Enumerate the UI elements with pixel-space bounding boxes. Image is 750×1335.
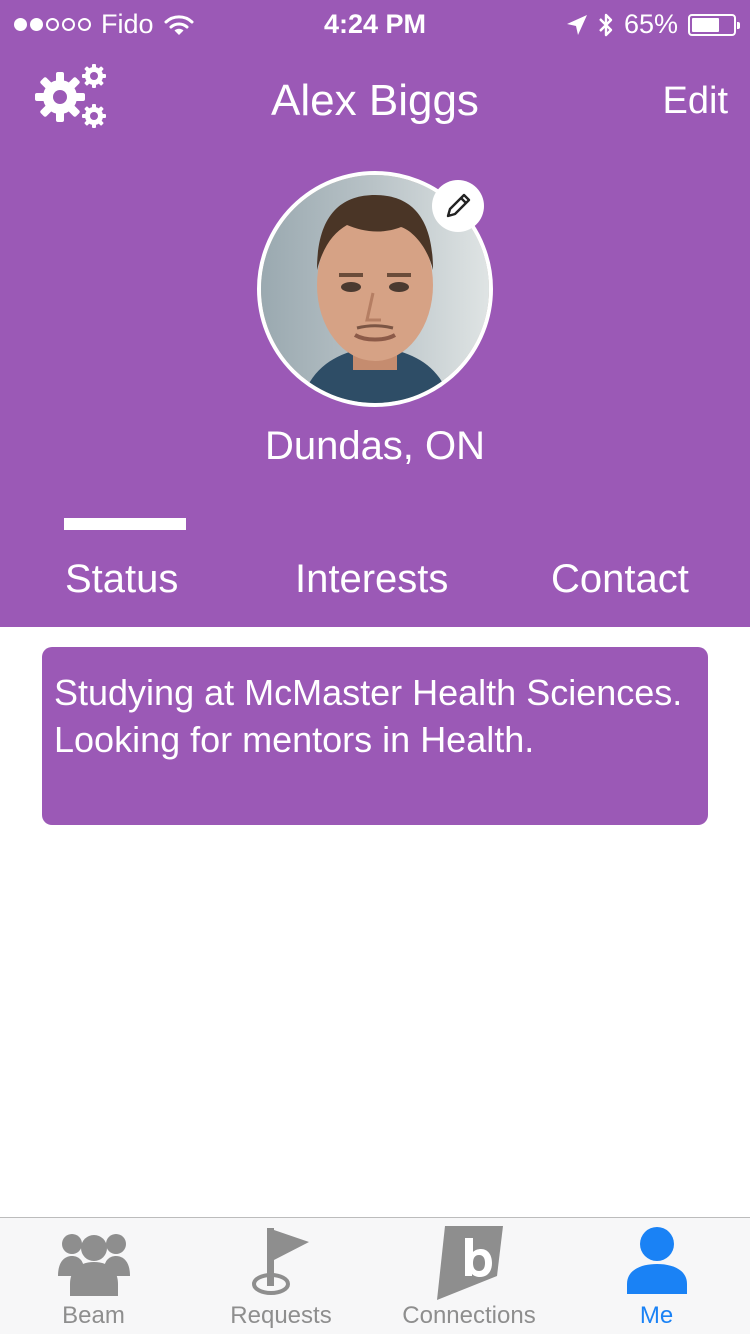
tabbar-item-requests[interactable]: Requests xyxy=(187,1218,375,1335)
battery-icon xyxy=(688,13,740,36)
profile-header: Fido 4:24 PM 65% Alex Biggs Edit Dundas,… xyxy=(0,0,750,627)
group-icon xyxy=(57,1234,130,1296)
person-icon xyxy=(626,1227,687,1294)
tab-status[interactable]: Status xyxy=(65,557,178,602)
profile-photo-container xyxy=(257,171,493,407)
edit-photo-button[interactable] xyxy=(432,180,484,232)
active-tab-indicator xyxy=(64,518,186,530)
location-label: Dundas, ON xyxy=(264,424,486,468)
status-card: Studying at McMaster Health Sciences. Lo… xyxy=(42,647,708,825)
tab-interests[interactable]: Interests xyxy=(295,557,448,602)
tabbar-label-me: Me xyxy=(639,1302,674,1329)
tabbar-label-beam: Beam xyxy=(62,1302,125,1329)
tabbar-item-connections[interactable]: Connections xyxy=(375,1218,563,1335)
page-title: Alex Biggs xyxy=(271,76,479,125)
tabbar-item-beam[interactable]: Beam xyxy=(0,1218,187,1335)
status-bar: Fido 4:24 PM 65% xyxy=(0,0,750,52)
status-bar-right: 65% xyxy=(566,9,740,40)
tabbar-label-requests: Requests xyxy=(230,1302,332,1329)
flag-icon xyxy=(252,1228,309,1295)
tab-contact[interactable]: Contact xyxy=(551,557,689,602)
pencil-icon xyxy=(446,193,471,218)
b-logo-icon xyxy=(437,1226,503,1300)
tabbar-item-me[interactable]: Me xyxy=(563,1218,750,1335)
edit-button[interactable]: Edit xyxy=(663,80,728,123)
tabbar-label-connections: Connections xyxy=(402,1302,536,1329)
battery-percent: 65% xyxy=(623,9,678,39)
location-arrow-icon xyxy=(566,14,587,35)
bluetooth-icon xyxy=(599,13,613,36)
bottom-tab-bar: Beam Requests Connections Me xyxy=(0,1217,750,1334)
